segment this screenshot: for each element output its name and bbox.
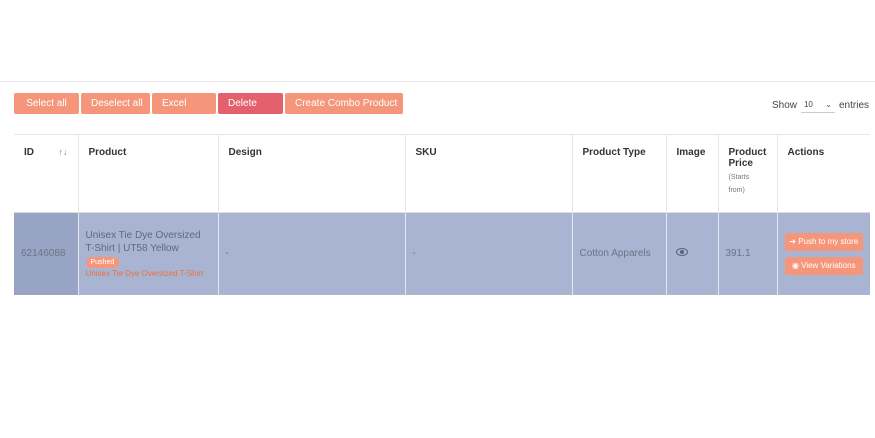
select-all-button[interactable]: Select all xyxy=(14,93,79,114)
divider xyxy=(0,81,875,82)
column-header-product-price: Product Price (Starts from) xyxy=(717,134,777,213)
table-header-row: ID ↑↓ Product Design SKU Product Type Im… xyxy=(14,134,870,213)
excel-button[interactable]: Excel xyxy=(152,93,216,114)
product-name: Unisex Tie Dye Oversized T-Shirt | UT58 … xyxy=(85,229,211,268)
cell-sku: - xyxy=(404,212,572,295)
cell-image xyxy=(665,212,718,295)
entries-selector: Show 10 ⌄ entries xyxy=(772,97,869,113)
cell-actions: ➜ Push to my store ◉ View Variations xyxy=(776,212,870,295)
arrow-right-icon: ➜ xyxy=(789,236,799,246)
product-name-text: Unisex Tie Dye Oversized T-Shirt | UT58 … xyxy=(85,229,201,254)
column-header-sku: SKU xyxy=(404,134,572,213)
deselect-all-button[interactable]: Deselect all xyxy=(81,93,150,114)
products-table: ID ↑↓ Product Design SKU Product Type Im… xyxy=(14,134,870,295)
table-row[interactable]: 62146088 Unisex Tie Dye Oversized T-Shir… xyxy=(14,212,870,295)
view-variations-button[interactable]: ◉ View Variations xyxy=(784,256,863,275)
products-page: Select all Deselect all Excel Delete Cre… xyxy=(0,0,875,438)
column-header-design: Design xyxy=(217,134,405,213)
cell-price: 391.1 xyxy=(717,212,777,295)
sort-icon[interactable]: ↑↓ xyxy=(59,147,68,157)
column-header-image: Image xyxy=(665,134,718,213)
create-combo-product-button[interactable]: Create Combo Product xyxy=(285,93,403,114)
product-price-label: Product Price xyxy=(728,147,767,169)
product-subtitle: Unisex Tie Dye Oversized T-Shirt xyxy=(85,268,204,278)
entries-value: 10 xyxy=(803,100,813,109)
delete-button[interactable]: Delete xyxy=(218,93,283,114)
status-badge: Pushed xyxy=(85,256,120,268)
cell-design: - xyxy=(217,212,405,295)
entries-show-label: Show xyxy=(771,99,797,111)
column-header-product-type: Product Type xyxy=(571,134,666,213)
table-toolbar: Select all Deselect all Excel Delete Cre… xyxy=(14,93,403,114)
column-header-product: Product xyxy=(77,134,218,213)
column-header-id-label: ID xyxy=(24,147,34,158)
cell-product-type: Cotton Apparels xyxy=(571,212,666,295)
view-variations-label: View Variations xyxy=(801,260,856,270)
column-header-actions: Actions xyxy=(776,134,870,213)
eye-icon: ◉ xyxy=(791,260,802,270)
entries-select[interactable]: 10 ⌄ xyxy=(800,97,835,113)
column-header-id[interactable]: ID ↑↓ xyxy=(14,134,78,213)
cell-product: Unisex Tie Dye Oversized T-Shirt | UT58 … xyxy=(77,212,218,295)
eye-icon[interactable] xyxy=(675,248,688,257)
entries-suffix-label: entries xyxy=(838,99,869,111)
product-price-sublabel: (Starts from) xyxy=(728,174,750,194)
cell-id: 62146088 xyxy=(14,212,78,295)
chevron-down-icon: ⌄ xyxy=(825,100,832,109)
push-to-store-button[interactable]: ➜ Push to my store xyxy=(784,232,863,251)
push-to-store-label: Push to my store xyxy=(798,236,859,246)
